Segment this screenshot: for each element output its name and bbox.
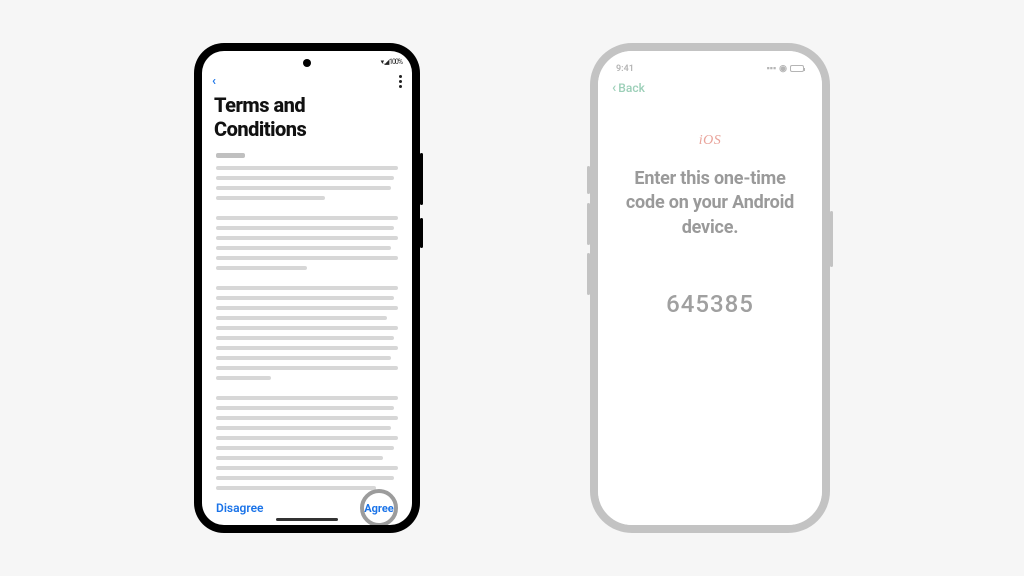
instruction-text: Enter this one-time code on your Android… (598, 167, 822, 240)
android-side-button (420, 153, 423, 205)
iphone-status-bar: 9:41 ▪▪▪ ◉ (598, 51, 822, 77)
iphone-volume-down (587, 253, 590, 295)
agree-button[interactable]: Agree (360, 489, 398, 525)
highlight-circle-icon (360, 489, 398, 525)
placeholder-line (216, 216, 398, 220)
placeholder-line (216, 446, 394, 450)
placeholder-line (216, 396, 398, 400)
placeholder-line (216, 406, 394, 410)
terms-body[interactable] (202, 149, 412, 491)
back-button[interactable]: ‹ Back (612, 81, 645, 95)
chevron-left-icon: ‹ (612, 81, 616, 95)
ios-badge: iOS (699, 133, 722, 149)
android-phone-frame: ▾.◢ 100% ‹ Terms and Conditions (194, 43, 420, 533)
punch-hole-camera (303, 59, 311, 67)
gesture-bar (276, 518, 338, 521)
android-screen: ▾.◢ 100% ‹ Terms and Conditions (202, 51, 412, 525)
placeholder-line (216, 316, 387, 320)
placeholder-line (216, 336, 394, 340)
placeholder-line (216, 256, 398, 260)
disagree-button[interactable]: Disagree (216, 501, 264, 515)
iphone-volume-up (587, 203, 590, 245)
placeholder-line (216, 296, 394, 300)
status-time: 9:41 (616, 64, 634, 74)
placeholder-line (216, 366, 398, 370)
placeholder-line (216, 286, 398, 290)
iphone-nav-bar: ‹ Back (598, 77, 822, 99)
wifi-icon: ◉ (779, 64, 787, 74)
placeholder-line (216, 176, 394, 180)
placeholder-line (216, 466, 398, 470)
one-time-code: 645385 (666, 290, 754, 318)
placeholder-line (216, 456, 383, 460)
iphone-frame: 9:41 ▪▪▪ ◉ ‹ Back iOS Enter this one-tim… (590, 43, 830, 533)
page-title: Terms and Conditions (202, 91, 412, 149)
placeholder-line (216, 153, 245, 158)
status-indicators: ▾.◢ 100% (381, 58, 402, 66)
placeholder-line (216, 476, 394, 480)
placeholder-line (216, 426, 391, 430)
placeholder-line (216, 166, 398, 170)
placeholder-line (216, 376, 271, 380)
placeholder-line (216, 486, 376, 490)
back-icon[interactable]: ‹ (212, 74, 216, 89)
placeholder-line (216, 436, 398, 440)
placeholder-line (216, 416, 398, 420)
iphone-mute-switch (587, 166, 590, 194)
signal-icon: ▪▪▪ (767, 63, 777, 74)
placeholder-line (216, 226, 394, 230)
placeholder-line (216, 246, 391, 250)
placeholder-line (216, 346, 398, 350)
placeholder-line (216, 186, 391, 190)
iphone-side-button (830, 211, 833, 267)
placeholder-line (216, 306, 398, 310)
placeholder-line (216, 266, 307, 270)
iphone-screen: 9:41 ▪▪▪ ◉ ‹ Back iOS Enter this one-tim… (598, 51, 822, 525)
placeholder-line (216, 236, 398, 240)
overflow-menu-icon[interactable] (399, 75, 402, 88)
android-power-button (420, 218, 423, 248)
placeholder-line (216, 356, 391, 360)
battery-icon (790, 65, 804, 72)
iphone-content: iOS Enter this one-time code on your And… (598, 99, 822, 525)
back-label: Back (618, 81, 645, 95)
android-top-bar: ‹ (202, 71, 412, 91)
placeholder-line (216, 326, 398, 330)
placeholder-line (216, 196, 325, 200)
